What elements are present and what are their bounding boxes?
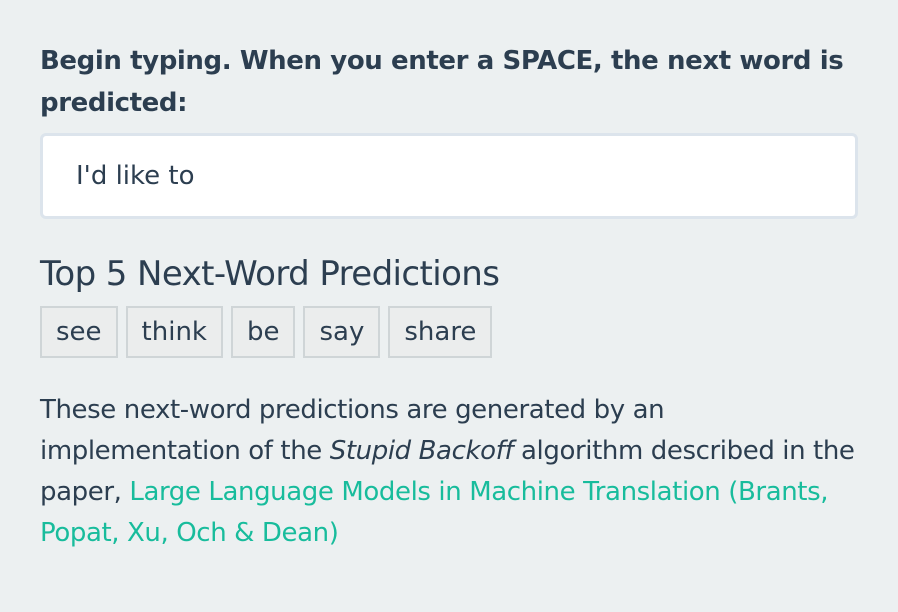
description-text: These next-word predictions are generate…	[40, 390, 858, 554]
prediction-panel: Begin typing. When you enter a SPACE, th…	[0, 0, 898, 612]
predictions-row: see think be say share	[40, 306, 858, 358]
prediction-button-share[interactable]: share	[388, 306, 493, 358]
prediction-button-be[interactable]: be	[230, 306, 296, 358]
text-input[interactable]	[40, 133, 858, 219]
prediction-button-say[interactable]: say	[303, 306, 381, 358]
prediction-button-see[interactable]: see	[40, 306, 118, 358]
prediction-button-think[interactable]: think	[125, 306, 223, 358]
predictions-title: Top 5 Next-Word Predictions	[40, 254, 500, 294]
input-prompt-label: Begin typing. When you enter a SPACE, th…	[40, 46, 844, 118]
algorithm-name: Stupid Backoff	[329, 436, 514, 466]
paper-link[interactable]: Large Language Models in Machine Transla…	[40, 477, 829, 548]
